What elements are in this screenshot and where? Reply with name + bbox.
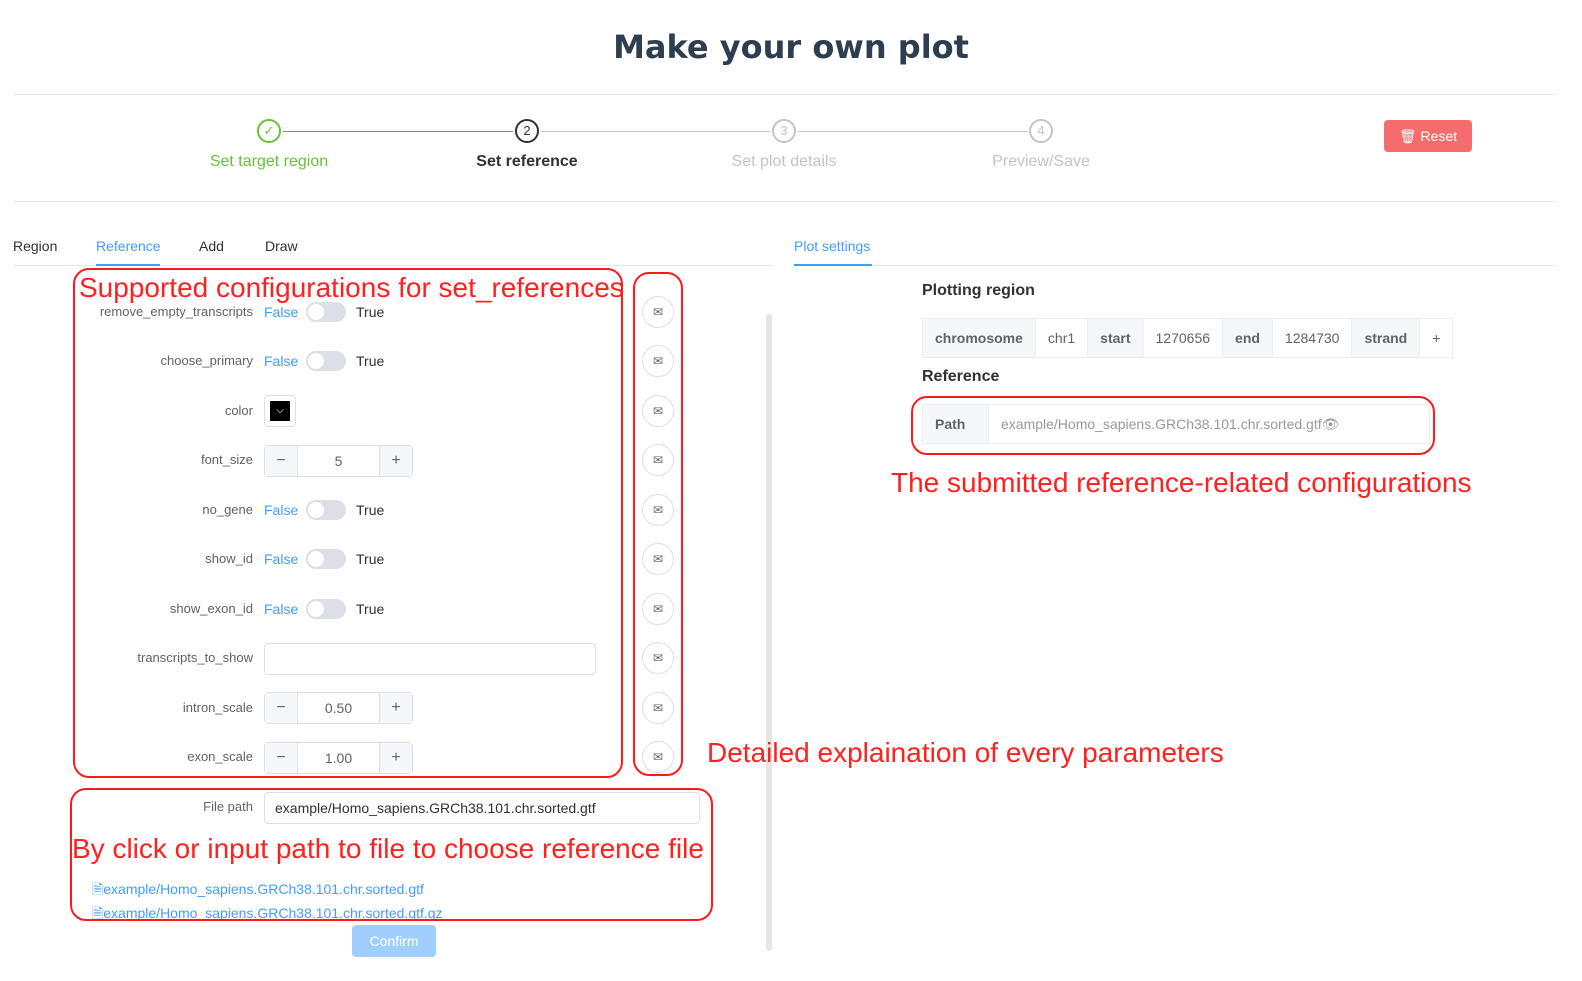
divider (13, 94, 1556, 95)
reference-heading: Reference (922, 368, 1000, 385)
annotation-configs: Supported configurations for set_referen… (79, 272, 624, 303)
tab-add[interactable]: Add (199, 238, 224, 254)
tab-plot-settings[interactable]: Plot settings (794, 238, 870, 254)
step-2-label: Set reference (476, 153, 578, 170)
step-3-label: Set plot details (731, 153, 837, 170)
tab-region[interactable]: Region (13, 238, 57, 254)
start-key: start (1088, 319, 1144, 357)
end-value: 1284730 (1273, 319, 1353, 357)
strand-value: + (1432, 330, 1441, 346)
annotation-choose-file: By click or input path to file to choose… (72, 833, 704, 864)
plotting-region-heading: Plotting region (922, 282, 1035, 299)
active-tab-indicator (794, 264, 872, 266)
step-4-number: 4 (1029, 119, 1053, 143)
reset-button[interactable]: 🗑︎ Reset (1384, 120, 1472, 152)
annotation-explain: Detailed explaination of every parameter… (707, 737, 1224, 768)
tab-draw[interactable]: Draw (265, 238, 298, 254)
strand-key: strand (1352, 319, 1421, 357)
trash-icon: 🗑︎ (1398, 128, 1417, 144)
confirm-button[interactable]: Confirm (352, 925, 436, 957)
step-1-label: Set target region (209, 153, 329, 170)
start-value: 1270656 (1144, 319, 1224, 357)
annotation-box-submitted (911, 396, 1435, 455)
page-title: Make your own plot (613, 28, 969, 66)
step-3-number: 3 (772, 119, 796, 143)
tab-reference[interactable]: Reference (96, 238, 161, 254)
chromosome-value: chr1 (1036, 319, 1089, 357)
step-4-label: Preview/Save (992, 153, 1090, 170)
end-key: end (1223, 319, 1273, 357)
step-connector (541, 131, 770, 132)
annotation-box-configs (73, 268, 623, 778)
step-connector (283, 131, 513, 132)
reset-label: Reset (1420, 128, 1458, 144)
plotting-region-table: chromosome chr1 start 1270656 end 128473… (922, 318, 1454, 358)
tabs-baseline (794, 265, 1556, 266)
annotation-submitted: The submitted reference-related configur… (891, 467, 1472, 498)
annotation-box-help (633, 272, 683, 776)
step-connector (798, 131, 1028, 132)
active-tab-indicator (96, 264, 160, 266)
step-1-check-icon: ✓ (257, 119, 281, 143)
divider (13, 201, 1556, 202)
step-2-number: 2 (515, 119, 539, 143)
chromosome-key: chromosome (923, 319, 1036, 357)
scrollbar[interactable] (766, 314, 772, 951)
